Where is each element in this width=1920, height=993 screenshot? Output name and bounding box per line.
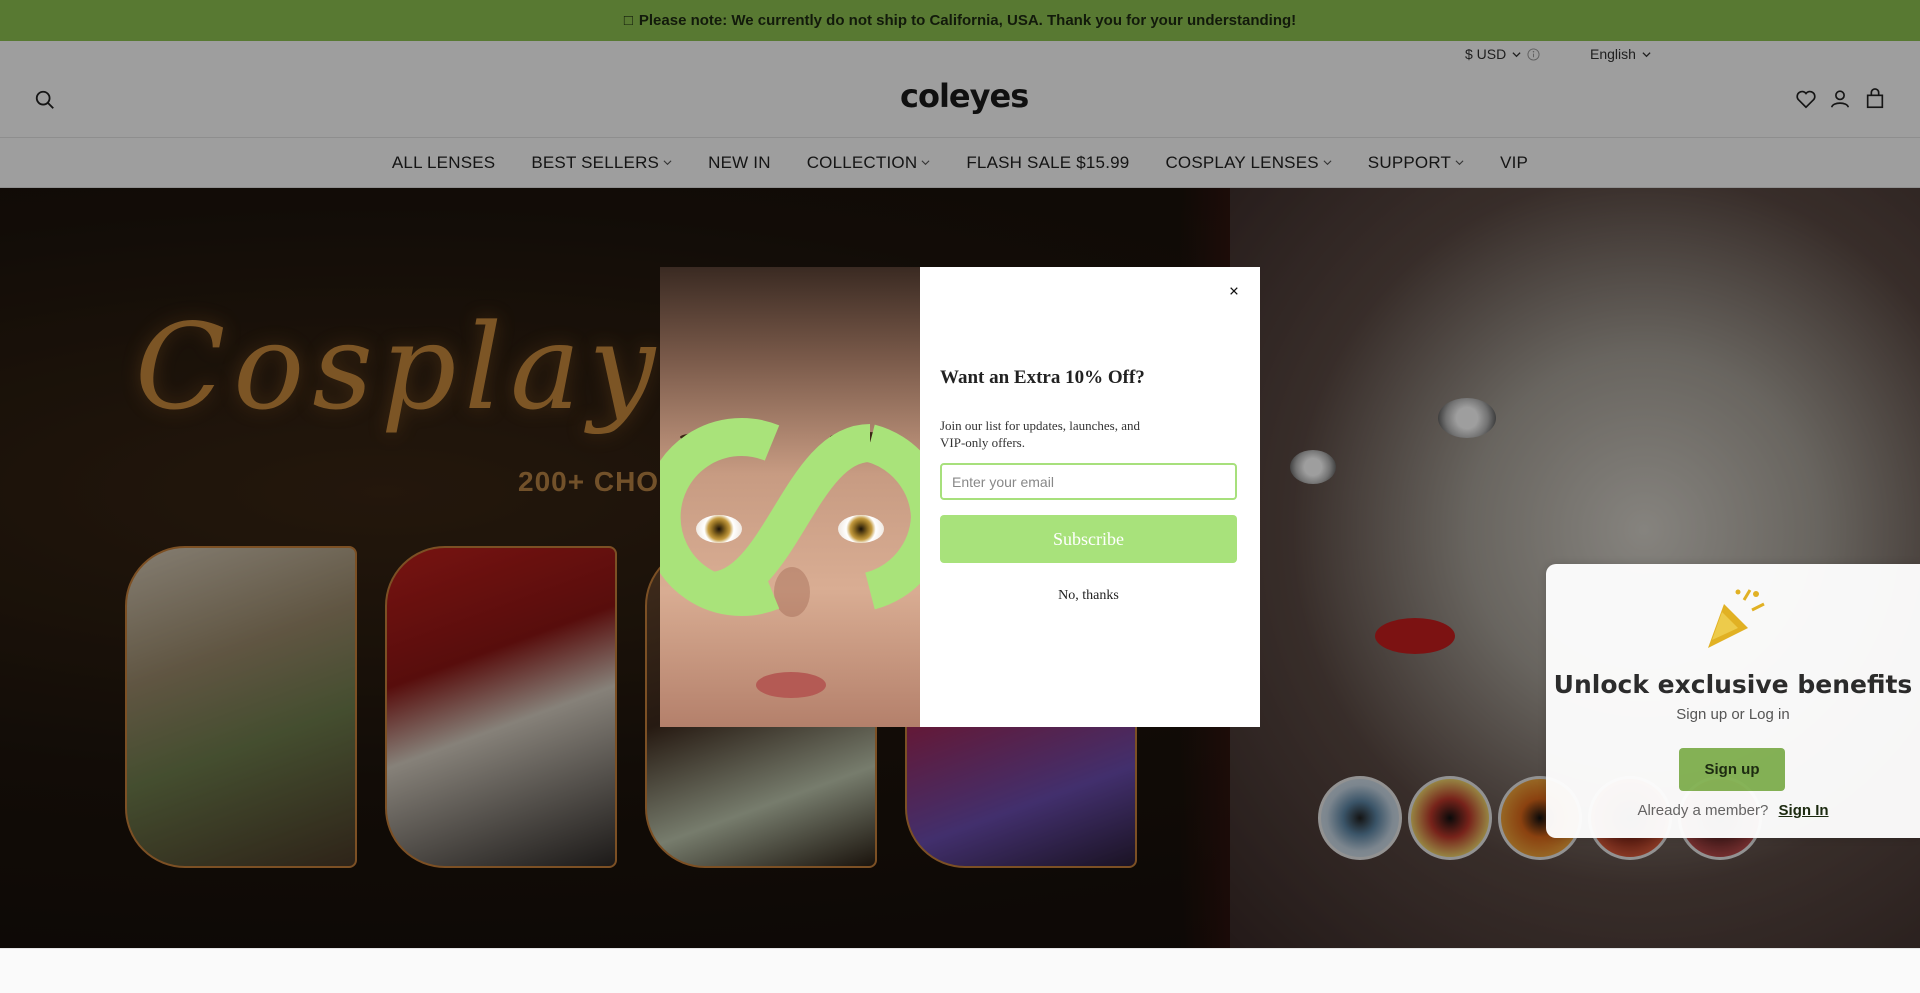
modal-model-image [660,267,920,727]
infinity-logo-icon [660,418,920,616]
member-text: Already a member? [1637,802,1769,819]
member-row: Already a member? Sign In [1546,802,1920,819]
signup-button[interactable]: Sign up [1679,748,1785,791]
subscribe-button[interactable]: Subscribe [940,515,1237,563]
model-lips [756,672,826,698]
subscribe-modal: × Want an Extra 10% Off? Join our list f… [660,267,1260,727]
email-field[interactable] [940,463,1237,500]
close-icon[interactable]: × [1224,281,1244,301]
party-popper-icon [1708,589,1765,648]
modal-content: × Want an Extra 10% Off? Join our list f… [920,267,1260,727]
modal-description: Join our list for updates, launches, and… [940,418,1141,450]
rewards-title: Unlock exclusive benefits [1553,670,1913,699]
signin-link[interactable]: Sign In [1779,802,1829,819]
page-below-hero [0,948,1920,993]
no-thanks-button[interactable]: No, thanks [940,588,1237,604]
modal-title: Want an Extra 10% Off? [940,367,1145,388]
rewards-subtitle: Sign up or Log in [1676,706,1790,723]
rewards-panel: Unlock exclusive benefits Sign up or Log… [1546,564,1920,838]
